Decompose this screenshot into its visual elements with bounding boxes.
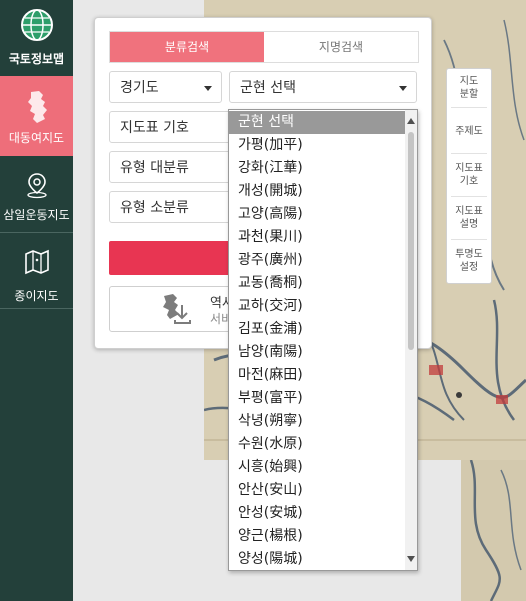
major-type-select-value: 유형 대분류 <box>120 160 189 176</box>
dropdown-option[interactable]: 김포(金浦) <box>229 318 405 341</box>
scroll-thumb[interactable] <box>408 132 414 350</box>
divider <box>451 239 487 240</box>
dropdown-option[interactable]: 삭녕(朔寧) <box>229 410 405 433</box>
tool-label: 분할 <box>459 89 479 100</box>
globe-logo-icon <box>20 8 54 45</box>
dropdown-option[interactable]: 양근(楊根) <box>229 525 405 548</box>
dropdown-option[interactable]: 수원(水原) <box>229 433 405 456</box>
tool-label: 설명 <box>459 219 479 230</box>
divider <box>451 107 487 108</box>
dropdown-option[interactable]: 안산(安山) <box>229 479 405 502</box>
folded-map-icon <box>23 248 51 279</box>
tool-label: 투명도 <box>455 249 483 260</box>
dropdown-option[interactable]: 남양(南陽) <box>229 341 405 364</box>
dropdown-option[interactable]: 과천(果川) <box>229 226 405 249</box>
scroll-up-arrow-icon[interactable] <box>407 118 415 124</box>
tab-category-search[interactable]: 분류검색 <box>110 32 264 62</box>
dropdown-scrollbar[interactable] <box>405 110 417 570</box>
tool-label: 기호 <box>459 176 479 187</box>
tool-map-symbol[interactable]: 지도표 기호 <box>447 162 491 188</box>
old-map-texture <box>461 460 526 601</box>
divider <box>451 153 487 154</box>
chevron-down-icon <box>399 86 407 91</box>
search-tabs: 분류검색 지명검색 <box>109 31 419 63</box>
dropdown-option[interactable]: 군현 선택 <box>229 111 405 134</box>
divider <box>451 196 487 197</box>
tool-label: 설정 <box>459 262 479 273</box>
dropdown-option[interactable]: 광주(廣州) <box>229 249 405 272</box>
minor-type-select-value: 유형 소분류 <box>120 200 189 216</box>
logo-label: 국토정보맵 <box>8 52 65 66</box>
korea-map-icon <box>23 90 51 127</box>
dropdown-option[interactable]: 양성(陽城) <box>229 548 405 570</box>
sidebar-item-paper-map[interactable]: 종이지도 <box>0 236 73 309</box>
county-select[interactable]: 군현 선택 <box>229 71 417 103</box>
dropdown-option[interactable]: 고양(高陽) <box>229 203 405 226</box>
dropdown-option[interactable]: 부평(富平) <box>229 387 405 410</box>
province-select-value: 경기도 <box>120 80 159 96</box>
scroll-down-arrow-icon[interactable] <box>407 556 415 562</box>
chevron-down-icon <box>204 86 212 91</box>
dropdown-option[interactable]: 강화(江華) <box>229 157 405 180</box>
sidebar-item-samil[interactable]: 삼일운동지도 <box>0 160 73 233</box>
tool-label: 지도표 <box>455 206 483 217</box>
sidebar: 국토정보맵 대동여지도 삼일운동지도 종이지도 <box>0 0 73 601</box>
tool-transparency[interactable]: 투명도 설정 <box>447 248 491 274</box>
location-pin-icon <box>23 171 51 202</box>
tool-label: 지도표 <box>455 163 483 174</box>
map-tools: 지도 분할 주제도 지도표 기호 지도표 설명 투명도 설정 <box>446 68 492 284</box>
province-select[interactable]: 경기도 <box>109 71 222 103</box>
dropdown-option[interactable]: 안성(安城) <box>229 502 405 525</box>
map-symbol-select-value: 지도표 기호 <box>120 120 189 136</box>
sidebar-item-label: 삼일운동지도 <box>3 208 70 222</box>
map-canvas-lower <box>461 460 526 601</box>
tab-place-name-search[interactable]: 지명검색 <box>264 32 418 62</box>
dropdown-option[interactable]: 마전(麻田) <box>229 364 405 387</box>
dropdown-option[interactable]: 교동(喬桐) <box>229 272 405 295</box>
sidebar-item-label: 대동여지도 <box>8 131 65 145</box>
county-select-value: 군현 선택 <box>240 80 296 96</box>
dropdown-option[interactable]: 시흥(始興) <box>229 456 405 479</box>
tool-thematic-map[interactable]: 주제도 <box>447 125 491 138</box>
home-logo[interactable]: 국토정보맵 <box>0 0 73 72</box>
map-download-icon <box>160 293 194 329</box>
tool-symbol-description[interactable]: 지도표 설명 <box>447 205 491 231</box>
dropdown-option[interactable]: 교하(交河) <box>229 295 405 318</box>
tool-map-split[interactable]: 지도 분할 <box>447 75 491 101</box>
sidebar-item-daedong[interactable]: 대동여지도 <box>0 76 73 156</box>
county-dropdown-list[interactable]: 군현 선택 가평(加平) 강화(江華) 개성(開城) 고양(高陽) 과천(果川)… <box>228 109 418 571</box>
dropdown-option[interactable]: 개성(開城) <box>229 180 405 203</box>
dropdown-option[interactable]: 가평(加平) <box>229 134 405 157</box>
tool-label: 주제도 <box>455 126 483 137</box>
tool-label: 지도 <box>459 76 479 87</box>
sidebar-item-label: 종이지도 <box>14 289 59 303</box>
